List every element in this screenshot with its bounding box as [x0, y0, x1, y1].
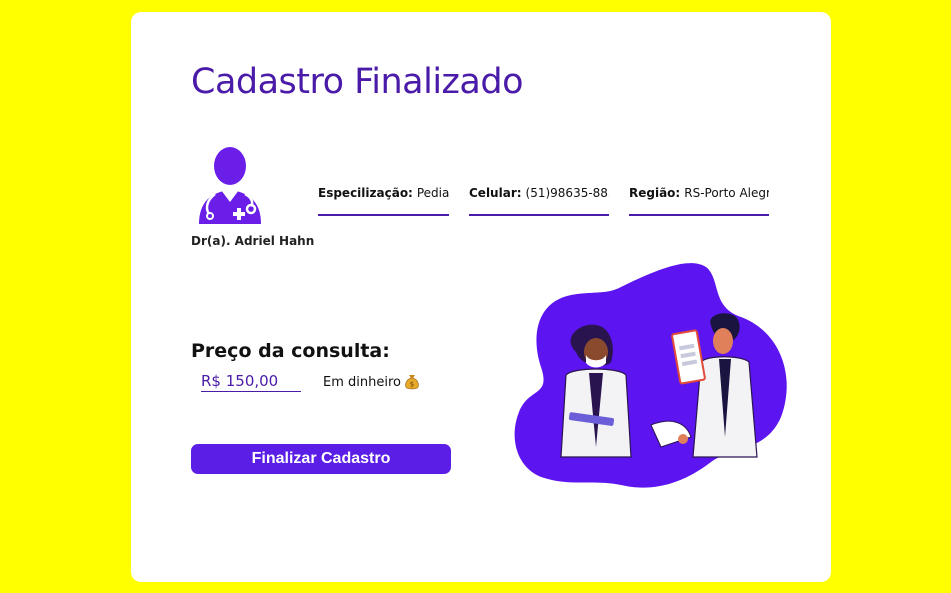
price-title: Preço da consultа: [191, 340, 390, 362]
region-field: Região: RS-Porto Alegre [629, 186, 769, 216]
payment-method: Em dinheiro $ [323, 374, 419, 390]
phone-label: Celular: [469, 186, 522, 200]
doctor-avatar-icon [199, 147, 261, 224]
payment-label: Em dinheiro [323, 374, 401, 390]
money-bag-icon: $ [405, 375, 419, 390]
main-card: Cadastro Finalizado Dr(a). Adriel Hahn E… [131, 12, 831, 582]
doctors-illustration [514, 263, 787, 488]
specialization-field: Especilização:Pediatra [318, 186, 449, 216]
specialization-value: Pediatra [416, 186, 449, 200]
page-title: Cadastro Finalizado [191, 62, 524, 102]
svg-text:$: $ [410, 381, 414, 389]
region-label: Região: [629, 186, 681, 200]
phone-value: (51)98635-8851 [525, 186, 609, 200]
specialization-label: Especilização: [318, 186, 413, 200]
region-value: RS-Porto Alegre [684, 186, 769, 200]
finalize-button[interactable]: Finalizar Cadastro [191, 444, 451, 474]
price-input[interactable] [201, 370, 301, 392]
phone-field: Celular:(51)98635-8851 [469, 186, 609, 216]
doctor-name: Dr(a). Adriel Hahn [191, 234, 315, 248]
